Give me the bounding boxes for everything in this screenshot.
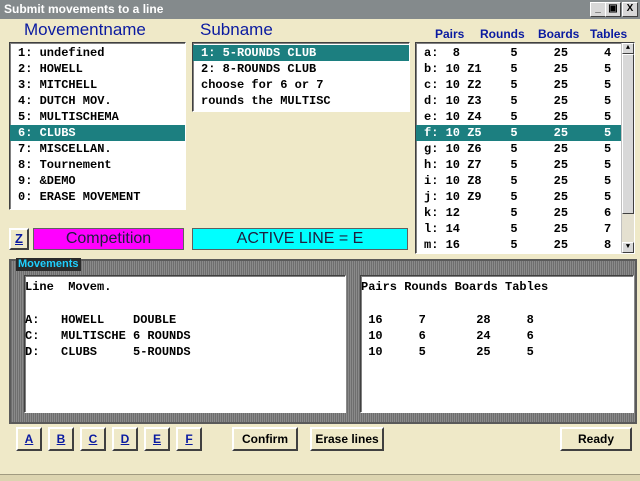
subname-list-item[interactable]: rounds the MULTISC: [193, 93, 409, 109]
movement-list-item[interactable]: 6: CLUBS: [10, 125, 185, 141]
lines-scrollbar[interactable]: ▲ ▼: [621, 43, 634, 253]
subname-list-item[interactable]: 1: 5-ROUNDS CLUB: [193, 45, 409, 61]
subname-list-item[interactable]: 2: 8-ROUNDS CLUB: [193, 61, 409, 77]
line-list-item[interactable]: g: 10 Z6 5 25 5: [416, 141, 621, 157]
line-list-item[interactable]: c: 10 Z2 5 25 5: [416, 77, 621, 93]
line-list-item[interactable]: k: 12 5 25 6: [416, 205, 621, 221]
movement-row: A: HOWELL DOUBLE: [25, 313, 177, 327]
subname-list[interactable]: 1: 5-ROUNDS CLUB 2: 8-ROUNDS CLUB choose f…: [192, 42, 410, 112]
line-list-item[interactable]: d: 10 Z3 5 25 5: [416, 93, 621, 109]
movement-stats-row: 10 6 24 6: [361, 329, 534, 343]
title-bar: Submit movements to a line _ ▣ X: [0, 0, 640, 19]
movement-row: C: MULTISCHE 6 ROUNDS: [25, 329, 191, 343]
close-button[interactable]: X: [622, 2, 638, 17]
line-a-button[interactable]: A: [16, 427, 42, 451]
movement-stats-row: 16 7 28 8: [361, 313, 534, 327]
pairs-header: Pairs: [435, 27, 465, 41]
line-button-label: A: [24, 432, 34, 446]
line-list-item[interactable]: m: 16 5 25 8: [416, 237, 621, 253]
movements-left-header: Line Movem.: [25, 280, 112, 294]
movement-list-item[interactable]: 3: MITCHELL: [10, 77, 185, 93]
line-list-item[interactable]: j: 10 Z9 5 25 5: [416, 189, 621, 205]
line-list-item[interactable]: f: 10 Z5 5 25 5: [416, 125, 621, 141]
line-c-button[interactable]: C: [80, 427, 106, 451]
movements-left-panel: Line Movem. A: HOWELL DOUBLE C: MULTISCHE…: [24, 275, 346, 413]
movement-list-item[interactable]: 1: undefined: [10, 45, 185, 61]
movement-list-item[interactable]: 0: ERASE MOVEMENT: [10, 189, 185, 205]
line-button-label: C: [88, 432, 98, 446]
movement-list-item[interactable]: 7: MISCELLAN.: [10, 141, 185, 157]
line-e-button[interactable]: E: [144, 427, 170, 451]
erase-lines-button[interactable]: Erase lines: [310, 427, 384, 451]
confirm-button[interactable]: Confirm: [232, 427, 298, 451]
subname-header: Subname: [200, 20, 273, 39]
scroll-up-icon[interactable]: ▲: [622, 43, 634, 54]
line-button-label: B: [56, 432, 66, 446]
line-list-item[interactable]: a: 8 5 25 4: [416, 45, 621, 61]
ready-label: Ready: [577, 432, 615, 446]
movements-group-label: Movements: [16, 258, 81, 271]
minimize-button[interactable]: _: [590, 2, 606, 17]
scroll-down-icon[interactable]: ▼: [622, 242, 634, 253]
movement-list-item[interactable]: 9: &DEMO: [10, 173, 185, 189]
boards-header: Boards: [538, 27, 580, 41]
line-b-button[interactable]: B: [48, 427, 74, 451]
rounds-header: Rounds: [480, 27, 525, 41]
subname-list-item[interactable]: choose for 6 or 7: [193, 77, 409, 93]
movements-right-panel: Pairs Rounds Boards Tables 16 7 28 8 10 …: [360, 275, 634, 413]
window-title: Submit movements to a line: [4, 2, 164, 16]
line-d-button[interactable]: D: [112, 427, 138, 451]
confirm-label: Confirm: [242, 432, 288, 446]
movement-list-item[interactable]: 5: MULTISCHEMA: [10, 109, 185, 125]
ready-button[interactable]: Ready: [560, 427, 632, 451]
movements-right-header: Pairs Rounds Boards Tables: [361, 280, 549, 294]
movement-row: D: CLUBS 5-ROUNDS: [25, 345, 191, 359]
line-button-label: E: [152, 432, 161, 446]
line-list-item[interactable]: e: 10 Z4 5 25 5: [416, 109, 621, 125]
line-list-item[interactable]: b: 10 Z1 5 25 5: [416, 61, 621, 77]
line-button-label: F: [185, 432, 193, 446]
competition-label: Competition: [33, 228, 184, 250]
z-button-label: Z: [15, 231, 23, 246]
line-list-item[interactable]: l: 14 5 25 7: [416, 221, 621, 237]
maximize-button[interactable]: ▣: [605, 2, 621, 17]
line-button-label: D: [120, 432, 130, 446]
line-f-button[interactable]: F: [176, 427, 202, 451]
movement-stats-row: 10 5 25 5: [361, 345, 534, 359]
movement-list-item[interactable]: 8: Tournement: [10, 157, 185, 173]
line-list-item[interactable]: h: 10 Z7 5 25 5: [416, 157, 621, 173]
movement-list-item[interactable]: 2: HOWELL: [10, 61, 185, 77]
scroll-thumb[interactable]: [622, 54, 634, 214]
erase-lines-label: Erase lines: [315, 432, 379, 446]
line-list-item[interactable]: i: 10 Z8 5 25 5: [416, 173, 621, 189]
tables-header: Tables: [590, 27, 628, 41]
active-line-label: ACTIVE LINE = E: [192, 228, 408, 250]
movement-list-item[interactable]: 4: DUTCH MOV.: [10, 93, 185, 109]
lines-list[interactable]: a: 8 5 25 4 b: 10 Z1 5 25 5 c: 10 Z2 5 25 …: [415, 42, 635, 254]
movement-list[interactable]: 1: undefined 2: HOWELL 3: MITCHELL 4: DUTCH…: [9, 42, 186, 210]
z-button[interactable]: Z: [9, 228, 29, 250]
movementname-header: Movementname: [24, 20, 146, 39]
